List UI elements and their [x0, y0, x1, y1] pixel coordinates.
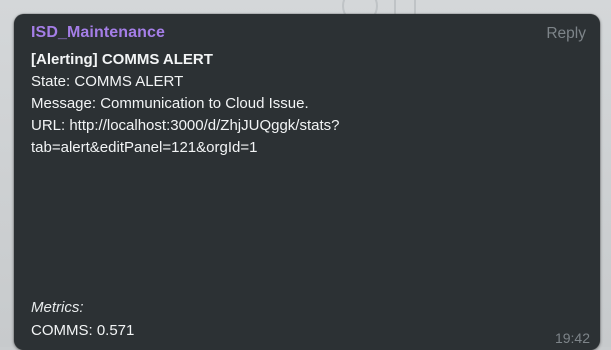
alert-url-line-2: tab=alert&editPanel=121&orgId=1 — [31, 139, 258, 156]
message-body: [Alerting] COMMS ALERT State: COMMS ALER… — [31, 49, 340, 159]
message-bubble[interactable]: ISD_Maintenance Reply [Alerting] COMMS A… — [14, 14, 600, 350]
sender-name[interactable]: ISD_Maintenance — [31, 24, 165, 42]
metrics-label: Metrics: — [31, 299, 84, 316]
metrics-value: COMMS: 0.571 — [31, 322, 135, 339]
alert-state: State: COMMS ALERT — [31, 73, 184, 90]
message-timestamp: 19:42 — [554, 330, 590, 346]
alert-title: [Alerting] COMMS ALERT — [31, 51, 213, 68]
alert-url-line-1: URL: http://localhost:3000/d/ZhjJUQggk/s… — [31, 117, 340, 134]
reply-button[interactable]: Reply — [546, 25, 586, 43]
alert-message: Message: Communication to Cloud Issue. — [31, 95, 309, 112]
